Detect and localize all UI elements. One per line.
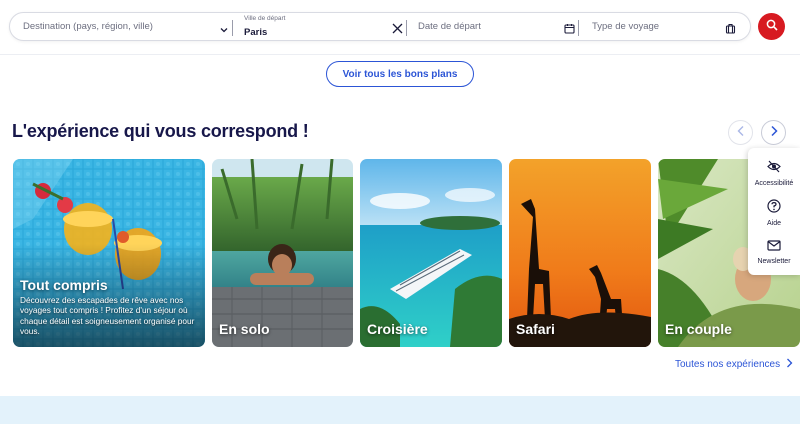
newsletter-label: Newsletter	[757, 258, 791, 265]
trip-type-placeholder: Type de voyage	[592, 21, 660, 32]
chevron-down-icon[interactable]	[219, 22, 229, 40]
newsletter-button[interactable]: Newsletter	[748, 238, 800, 265]
experience-card-solo[interactable]: En solo	[212, 159, 353, 347]
footer-band	[0, 396, 800, 424]
all-experiences-link[interactable]: Toutes nos expériences	[675, 358, 793, 371]
accessibility-button[interactable]: Accessibilité	[748, 160, 800, 187]
card-title: Tout compris	[20, 277, 108, 293]
trip-type-field[interactable]: Type de voyage	[592, 13, 750, 40]
chevron-left-icon	[736, 124, 746, 142]
cruise-ship-image	[360, 159, 502, 347]
date-placeholder: Date de départ	[418, 21, 481, 32]
destination-placeholder: Destination (pays, région, ville)	[23, 21, 153, 32]
card-title: En solo	[219, 321, 270, 337]
destination-field[interactable]: Destination (pays, région, ville)	[23, 13, 233, 40]
eye-slash-icon	[767, 160, 781, 178]
experience-card-cruise[interactable]: Croisière	[360, 159, 502, 347]
search-button[interactable]	[758, 13, 785, 40]
clear-icon[interactable]	[392, 21, 403, 39]
departure-city-value: Paris	[244, 27, 268, 38]
chevron-right-icon	[786, 358, 793, 371]
card-title: En couple	[665, 321, 732, 337]
card-title: Safari	[516, 321, 555, 337]
giraffes-sunset-image	[509, 159, 651, 347]
all-experiences-label: Toutes nos expériences	[675, 359, 781, 370]
field-divider	[232, 20, 233, 36]
see-all-deals-button[interactable]: Voir tous les bons plans	[326, 61, 474, 87]
departure-city-label: Ville de départ	[244, 15, 286, 22]
field-divider	[578, 20, 579, 36]
section-title: L'expérience qui vous correspond !	[12, 121, 309, 141]
carousel-next-button[interactable]	[761, 120, 786, 145]
divider	[0, 54, 800, 55]
suitcase-icon	[725, 21, 736, 39]
envelope-icon	[767, 238, 781, 256]
search-bar: Destination (pays, région, ville) Ville …	[9, 12, 751, 41]
side-tools-panel: Accessibilité Aide Newsletter	[748, 148, 800, 275]
chevron-right-icon	[769, 124, 779, 142]
help-button[interactable]: Aide	[748, 199, 800, 227]
infinity-pool-woman-image	[212, 159, 353, 347]
experience-card-safari[interactable]: Safari	[509, 159, 651, 347]
question-circle-icon	[767, 199, 781, 218]
card-title: Croisière	[367, 321, 428, 337]
experience-card-all-inclusive[interactable]: Tout compris Découvrez des escapades de …	[13, 159, 205, 347]
field-divider	[406, 20, 407, 36]
carousel-prev-button[interactable]	[728, 120, 753, 145]
help-label: Aide	[766, 220, 781, 227]
calendar-icon	[564, 21, 575, 39]
accessibility-label: Accessibilité	[754, 180, 794, 187]
card-description: Découvrez des escapades de rêve avec nos…	[20, 295, 195, 336]
departure-city-field[interactable]: Ville de départ Paris	[244, 13, 406, 40]
search-icon	[766, 18, 778, 36]
departure-date-field[interactable]: Date de départ	[418, 13, 578, 40]
